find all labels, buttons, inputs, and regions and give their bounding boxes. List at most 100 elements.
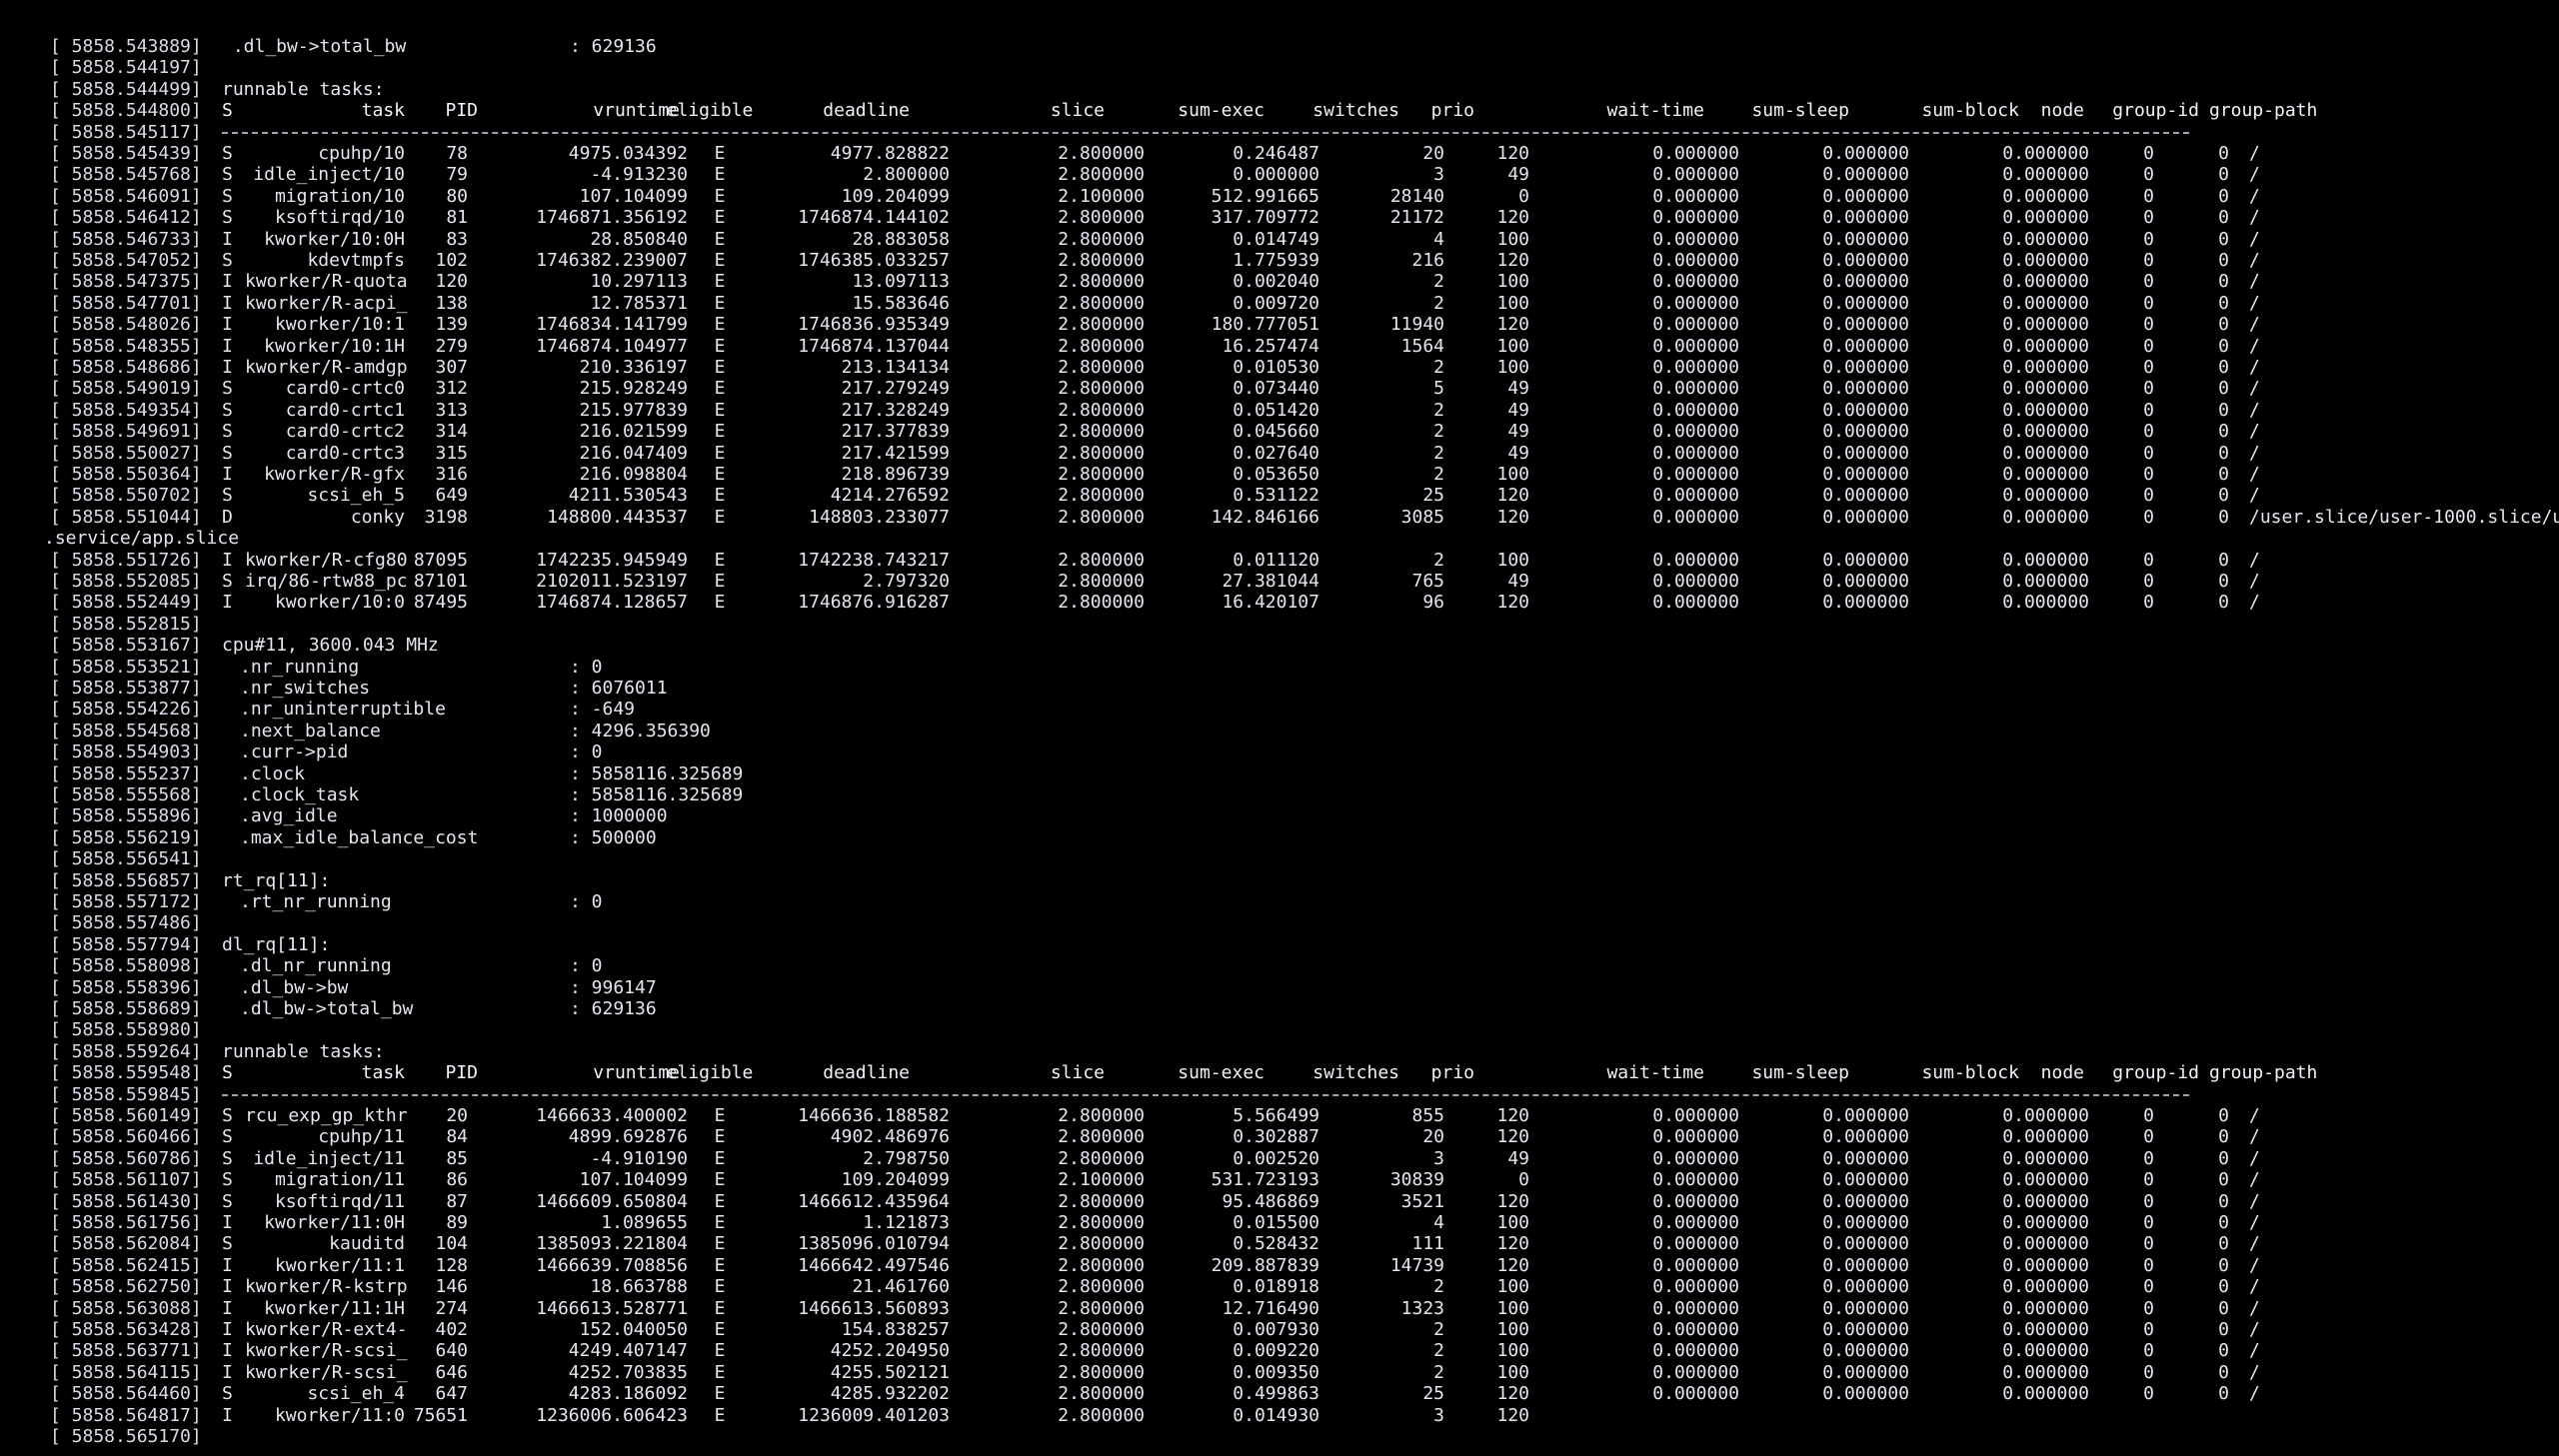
table-row: [ 5858.564817] Ikworker/11:0 75651 1236006.… <box>50 1405 2529 1426</box>
cell-block: 0.000000 <box>2002 1297 2089 1319</box>
cell-gpath: / <box>2249 271 2260 293</box>
cell-eligible: E <box>714 185 726 207</box>
log-line: [ 5858.544499] runnable tasks: <box>50 79 2529 100</box>
cell-gid: 0 <box>2218 1169 2229 1191</box>
cell-eligible: E <box>714 1126 726 1148</box>
cell-gid: 0 <box>2218 442 2229 464</box>
cell-switches: 2 <box>1433 357 1444 378</box>
cell-node: 0 <box>2143 335 2154 357</box>
cell-node: 0 <box>2143 421 2154 443</box>
cell-gpath: / <box>2249 1276 2260 1298</box>
cell-gpath: / <box>2249 1254 2260 1276</box>
table-row: [ 5858.560149] Srcu_exp_gp_kthr 20 1466633.… <box>50 1105 2529 1126</box>
log-line: [ 5858.559264] runnable tasks: <box>50 1041 2529 1062</box>
timestamp: [ 5858.558098] <box>50 955 202 977</box>
cell-vruntime: 216.098804 <box>579 464 688 485</box>
cell-node: 0 <box>2143 1340 2154 1362</box>
cell-gid: 0 <box>2218 1147 2229 1169</box>
timestamp: [ 5858.559264] <box>50 1040 202 1062</box>
column-header: slice <box>1050 1062 1105 1084</box>
log-line: [ 5858.558980] <box>50 1019 2529 1040</box>
cell-eligible: E <box>714 1105 726 1126</box>
cell-block: 0.000000 <box>2002 250 2089 271</box>
cell-eligible: E <box>714 357 726 378</box>
cell-sumexec: 0.051420 <box>1233 399 1319 421</box>
cell-block: 0.000000 <box>2002 549 2089 571</box>
cell-sleep: 0.000000 <box>1822 228 1909 250</box>
column-header: eligible <box>666 1062 754 1084</box>
cell-slice: 2.800000 <box>1058 1361 1145 1383</box>
cell-vruntime: 28.850840 <box>590 228 688 250</box>
cell-wait: 0.000000 <box>1652 421 1739 443</box>
cell-sumexec: 0.531122 <box>1233 485 1319 507</box>
table-row: [ 5858.560786] Sidle_inject/11 85 -4.910190… <box>50 1148 2529 1169</box>
stat-value: : -649 <box>570 699 636 721</box>
cell-eligible: E <box>714 399 726 421</box>
cell-block: 0.000000 <box>2002 421 2089 443</box>
timestamp: [ 5858.548686] <box>50 357 202 378</box>
cell-node: 0 <box>2143 1169 2154 1191</box>
cell-eligible: E <box>714 1169 726 1191</box>
table-row: [ 5858.563088] Ikworker/11:1H 274 1466613.5… <box>50 1298 2529 1319</box>
cell-gpath: / <box>2249 335 2260 357</box>
column-header: group-path <box>2209 100 2318 122</box>
cell-deadline: 1746874.144102 <box>798 207 950 229</box>
cell-node: 0 <box>2143 1276 2154 1298</box>
cell-gid: 0 <box>2218 1297 2229 1319</box>
column-header: node <box>2040 100 2084 122</box>
cell-prio: 100 <box>1496 1276 1529 1298</box>
cell-sumexec: 16.257474 <box>1222 335 1319 357</box>
cell-block: 0.000000 <box>2002 164 2089 186</box>
column-header: prio <box>1430 1062 1474 1084</box>
cell-gpath: / <box>2249 1233 2260 1255</box>
timestamp: [ 5858.558980] <box>50 1019 202 1041</box>
section-label: cpu#11, 3600.043 MHz <box>222 635 439 657</box>
cell-wait: 0.000000 <box>1652 571 1739 592</box>
cell-block: 0.000000 <box>2002 378 2089 400</box>
cell-block: 0.000000 <box>2002 1212 2089 1233</box>
cell-eligible: E <box>714 250 726 271</box>
cell-node: 0 <box>2143 1319 2154 1340</box>
cell-gpath: / <box>2249 314 2260 336</box>
cell-slice: 2.800000 <box>1058 357 1145 378</box>
timestamp: [ 5858.548026] <box>50 314 202 336</box>
cell-task: kworker/11:1H <box>264 1297 405 1319</box>
cell-block: 0.000000 <box>2002 1319 2089 1340</box>
cell-gid: 0 <box>2218 1383 2229 1405</box>
cell-switches: 2 <box>1433 399 1444 421</box>
cell-prio: 120 <box>1496 592 1529 614</box>
cell-task: kworker/R-kstrp <box>245 1276 408 1298</box>
cell-wait: 0.000000 <box>1652 292 1739 314</box>
cell-gid: 0 <box>2218 1319 2229 1340</box>
log-line: [ 5858.554568] .next_balance: 4296.356390 <box>50 721 2529 741</box>
timestamp: [ 5858.553521] <box>50 656 202 678</box>
timestamp: [ 5858.549019] <box>50 378 202 400</box>
cell-task: kworker/11:0 <box>274 1404 405 1426</box>
console-output[interactable]: [ 5858.543889] .dl_bw->total_bw: 629136[… <box>44 36 2559 1447</box>
cell-wait: 0.000000 <box>1652 185 1739 207</box>
cell-node: 0 <box>2143 442 2154 464</box>
cell-gid: 0 <box>2218 1190 2229 1212</box>
log-line: [ 5858.557486] <box>50 912 2529 933</box>
cell-eligible: E <box>714 1190 726 1212</box>
cell-block: 0.000000 <box>2002 1126 2089 1148</box>
cell-deadline: 1746876.916287 <box>798 592 950 614</box>
cell-wait: 0.000000 <box>1652 1233 1739 1255</box>
cell-prio: 100 <box>1496 292 1529 314</box>
table-row: [ 5858.549354] Scard0-crtc1 313 215.977839 E… <box>50 400 2529 421</box>
cell-wait: 0.000000 <box>1652 207 1739 229</box>
timestamp: [ 5858.551726] <box>50 549 202 571</box>
cell-gid: 0 <box>2218 357 2229 378</box>
table-row: [ 5858.562415] Ikworker/11:1 128 1466639.70… <box>50 1255 2529 1276</box>
table-row: [ 5858.549691] Scard0-crtc2 314 216.021599 E… <box>50 421 2529 442</box>
cell-s: S <box>222 1147 233 1169</box>
timestamp: [ 5858.557172] <box>50 891 202 912</box>
table-row: [ 5858.546091] Smigration/10 80 107.104099 E… <box>50 186 2529 207</box>
cell-task: kworker/10:1 <box>274 314 405 336</box>
cell-deadline: 1385096.010794 <box>798 1233 950 1255</box>
cell-node: 0 <box>2143 1383 2154 1405</box>
cell-gpath: / <box>2249 1383 2260 1405</box>
cell-sleep: 0.000000 <box>1822 1190 1909 1212</box>
cell-deadline: 1466613.560893 <box>798 1297 950 1319</box>
cell-gid: 0 <box>2218 271 2229 293</box>
